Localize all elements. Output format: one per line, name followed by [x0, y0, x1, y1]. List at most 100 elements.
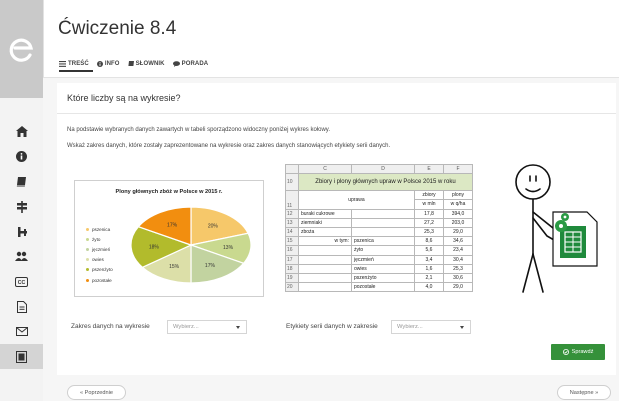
table-row: 10 Zbiory i plony głównych upraw w Polsc… — [285, 173, 473, 192]
sidebar-item-tools[interactable] — [0, 219, 43, 244]
tab-content[interactable]: TREŚĆ — [59, 61, 89, 67]
header-cell: plony — [443, 190, 473, 201]
sidebar-item-home[interactable] — [0, 119, 43, 144]
table-cell: pozostałe — [351, 282, 415, 293]
table-cell: zboża — [298, 226, 352, 238]
header-cell: w mln — [414, 199, 444, 210]
sidebar-item-signpost[interactable] — [0, 194, 43, 219]
table-cell: 25,3 — [414, 226, 444, 238]
sidebar-item-captions[interactable]: CC — [0, 269, 43, 294]
header-cell: uprawa — [298, 190, 415, 210]
legend-swatch — [86, 227, 89, 231]
e-logo-icon[interactable] — [6, 36, 36, 66]
card-divider — [57, 113, 616, 114]
series-labels-select[interactable]: Wybierz... — [391, 320, 471, 334]
table-cell: pszenica — [351, 236, 415, 247]
slice-label: 20% — [208, 224, 219, 230]
sidebar-nav: CC — [0, 119, 43, 369]
table-row: 17 jęczmień 3,4 30,4 — [285, 254, 473, 265]
data-range-label: Zakres danych na wykresie — [71, 323, 150, 330]
series-labels-label: Etykiety serii danych w zakresie — [286, 323, 378, 330]
question-title: Które liczby są na wykresie? — [67, 93, 181, 103]
legend-item: pozostałe — [86, 275, 113, 285]
tab-advice[interactable]: PORADA — [172, 61, 209, 67]
table-cell: 8,6 — [414, 236, 444, 247]
legend-swatch — [86, 237, 89, 241]
legend-label: pszenica — [92, 226, 111, 232]
table-row: 18 owies 1,6 25,3 — [285, 263, 473, 274]
sidebar-item-mail[interactable] — [0, 319, 43, 344]
cc-icon: CC — [15, 276, 28, 287]
data-range-select[interactable]: Wybierz... — [167, 320, 247, 334]
logo-area — [0, 0, 43, 98]
row-number: 10 — [285, 173, 299, 192]
check-circle-icon — [562, 349, 569, 355]
table-cell: w tym: — [298, 236, 352, 247]
table-cell — [298, 263, 352, 274]
slice-label: 15% — [169, 264, 180, 270]
legend-swatch — [86, 247, 89, 251]
column-header: C — [298, 163, 352, 175]
previous-button[interactable]: « Poprzednie — [67, 385, 126, 400]
table-cell: 27,2 — [414, 217, 444, 228]
row-number: 18 — [285, 263, 299, 274]
legend-label: żyto — [92, 236, 101, 242]
sidebar-item-dictionary[interactable] — [0, 169, 43, 194]
document-icon — [16, 300, 27, 313]
caret-down-icon — [460, 326, 464, 329]
sidebar-item-document[interactable] — [0, 294, 43, 319]
row-number: 13 — [285, 217, 299, 228]
legend-item: jęczmień — [86, 244, 113, 254]
spreadsheet-file-icon — [552, 211, 598, 267]
sidebar: CC — [0, 0, 44, 401]
active-tab-indicator — [59, 70, 93, 72]
chart-legend: pszenica żyto jęczmień owies pszenżyto p… — [86, 224, 113, 285]
legend-label: pszenżyto — [92, 267, 113, 273]
row-number: 20 — [285, 282, 299, 293]
legend-item: żyto — [86, 234, 113, 244]
table-cell: 5,6 — [414, 245, 444, 256]
tab-dictionary[interactable]: SŁOWNIK — [127, 61, 165, 67]
caret-down-icon — [236, 326, 240, 329]
check-button[interactable]: Sprawdź — [551, 344, 605, 360]
sidebar-item-info[interactable] — [0, 144, 43, 169]
table-cell — [298, 272, 352, 284]
table-cell — [351, 208, 415, 219]
table-cell: jęczmień — [351, 254, 415, 265]
legend-label: jęczmień — [92, 246, 111, 252]
legend-swatch — [86, 268, 89, 272]
header-cell: zbiory — [414, 190, 444, 201]
table-row: 12 buraki cukrowe 17,8 394,0 — [285, 208, 473, 219]
column-header: E — [414, 163, 444, 175]
table-row: 19 pszenżyto 2,1 30,6 — [285, 272, 473, 284]
header-cell: w q/ha — [443, 199, 473, 210]
book-icon — [127, 61, 134, 66]
table-row: 13 ziemniaki 27,2 203,0 — [285, 217, 473, 228]
svg-text:CC: CC — [18, 280, 26, 286]
info-icon — [96, 61, 103, 67]
row-number: 11 — [285, 190, 299, 210]
table-cell — [298, 282, 352, 293]
legend-swatch — [86, 258, 89, 262]
sidebar-item-people[interactable] — [0, 244, 43, 269]
table-row: 14 zboża 25,3 29,0 — [285, 226, 473, 238]
tool-icon — [17, 226, 27, 237]
table-cell: żyto — [351, 245, 415, 256]
stick-figure-illustration — [515, 164, 598, 293]
instruction-text-1: Na podstawie wybranych danych zawartych … — [67, 127, 331, 133]
table-cell: 394,0 — [443, 208, 473, 219]
table-cell: 34,6 — [443, 236, 473, 247]
check-button-label: Sprawdź — [571, 349, 594, 355]
next-button[interactable]: Następne » — [557, 385, 611, 400]
tab-label: SŁOWNIK — [135, 61, 165, 67]
table-cell: 2,1 — [414, 272, 444, 284]
tab-info[interactable]: INFO — [96, 61, 120, 67]
table-cell: 4,0 — [414, 282, 444, 293]
table-cell: 25,3 — [443, 263, 473, 274]
table-cell: buraki cukrowe — [298, 208, 352, 219]
table-cell — [298, 245, 352, 256]
table-cell: 1,6 — [414, 263, 444, 274]
slice-label: 18% — [149, 244, 160, 250]
sidebar-item-notepad[interactable] — [0, 344, 43, 369]
tab-label: TREŚĆ — [68, 61, 89, 67]
